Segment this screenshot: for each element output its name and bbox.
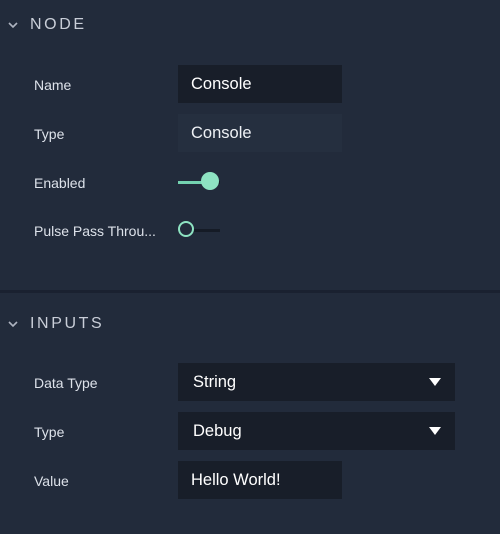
chevron-down-icon[interactable] <box>7 19 19 31</box>
caret-down-icon <box>429 378 441 386</box>
type-label: Type <box>34 126 65 142</box>
name-value: Console <box>191 74 252 93</box>
input-type-label: Type <box>34 424 65 440</box>
value-label: Value <box>34 473 69 489</box>
enabled-toggle[interactable] <box>178 171 220 193</box>
section-title: NODE <box>30 16 87 33</box>
pulse-pass-through-label: Pulse Pass Throu... <box>34 223 156 239</box>
toggle-knob[interactable] <box>178 221 194 237</box>
data-type-value: String <box>193 372 237 391</box>
name-input[interactable]: Console <box>178 65 342 103</box>
toggle-knob[interactable] <box>201 172 219 190</box>
value-input[interactable]: Hello World! <box>178 461 342 499</box>
section-header-node[interactable]: NODE <box>0 10 500 40</box>
pulse-pass-through-toggle[interactable] <box>178 219 220 241</box>
data-type-select[interactable]: String <box>178 363 455 401</box>
value-text: Hello World! <box>191 470 281 489</box>
enabled-label: Enabled <box>34 175 86 191</box>
type-readonly-field: Console <box>178 114 342 152</box>
input-type-select[interactable]: Debug <box>178 412 455 450</box>
chevron-down-icon[interactable] <box>7 318 19 330</box>
data-type-label: Data Type <box>34 375 98 391</box>
section-title: INPUTS <box>30 315 105 332</box>
name-label: Name <box>34 77 72 93</box>
caret-down-icon <box>429 427 441 435</box>
section-header-inputs[interactable]: INPUTS <box>0 309 500 339</box>
input-type-value: Debug <box>193 421 242 440</box>
section-divider <box>0 290 500 293</box>
type-value: Console <box>191 123 252 142</box>
